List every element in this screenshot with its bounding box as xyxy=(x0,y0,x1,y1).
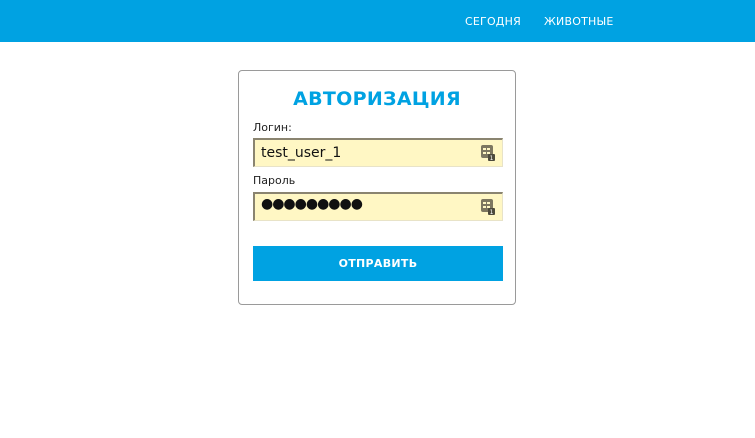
submit-button[interactable]: ОТПРАВИТЬ xyxy=(253,246,503,281)
login-title: АВТОРИЗАЦИЯ xyxy=(293,88,461,110)
password-label: Пароль xyxy=(253,174,296,187)
login-input[interactable]: test_user_1 1 xyxy=(253,138,503,167)
login-label: Логин: xyxy=(253,121,292,134)
password-input[interactable]: ●●●●●●●●● 1 xyxy=(253,192,503,221)
login-card: АВТОРИЗАЦИЯ Логин: test_user_1 1 Пароль … xyxy=(238,70,516,305)
svg-text:1: 1 xyxy=(490,209,494,216)
top-navigation-bar: СЕГОДНЯ ЖИВОТНЫЕ xyxy=(0,0,755,42)
login-input-value: test_user_1 xyxy=(261,145,342,161)
password-input-value: ●●●●●●●●● xyxy=(261,196,363,212)
autofill-key-icon[interactable]: 1 xyxy=(480,198,496,216)
nav-link-today[interactable]: СЕГОДНЯ xyxy=(465,15,521,28)
nav-link-animals[interactable]: ЖИВОТНЫЕ xyxy=(544,15,614,28)
autofill-key-icon[interactable]: 1 xyxy=(480,144,496,162)
svg-text:1: 1 xyxy=(490,155,494,162)
